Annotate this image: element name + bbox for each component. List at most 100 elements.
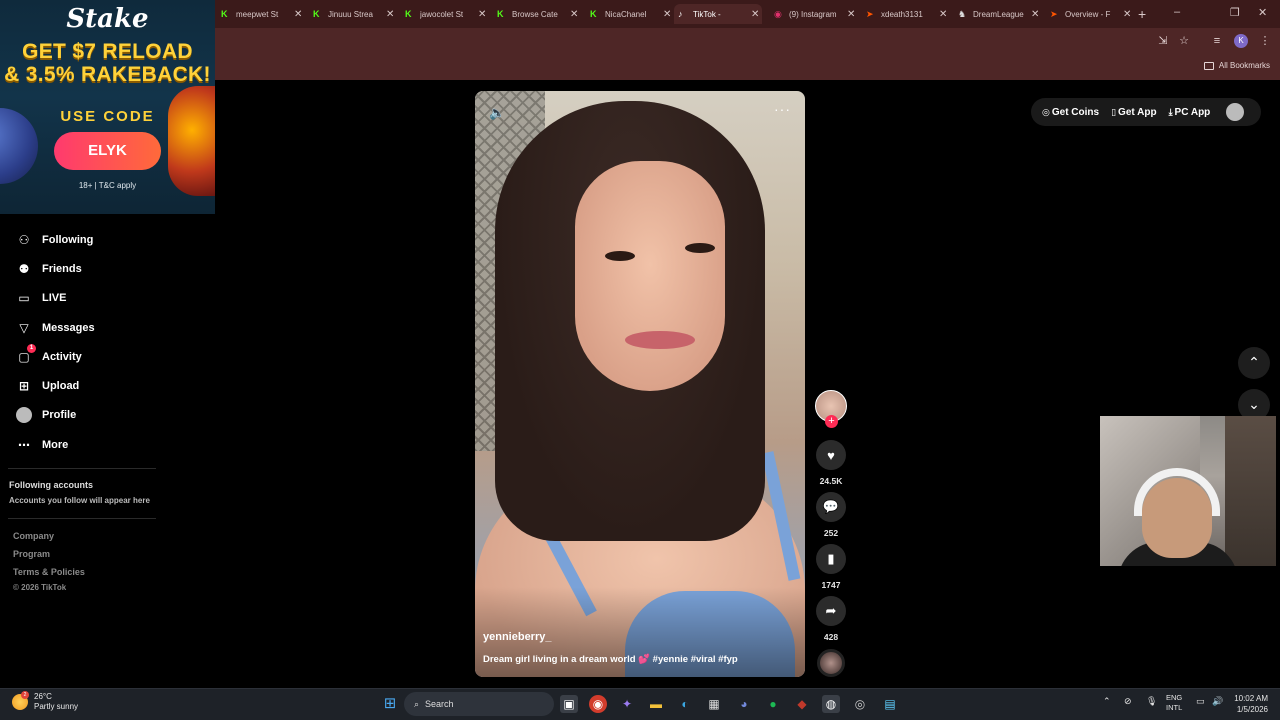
browser-tab[interactable]: ♞ DreamLeague ✕ — [954, 4, 1042, 24]
notepad-icon[interactable]: ▤ — [881, 695, 899, 713]
previous-video-button[interactable]: ⌃ — [1238, 347, 1270, 379]
user-avatar[interactable] — [1226, 103, 1245, 121]
tab-title: TikTok - — [693, 9, 721, 19]
system-clock[interactable]: 10:02 AM 1/5/2026 — [1226, 693, 1268, 715]
like-count: 24.5K — [819, 476, 843, 486]
close-tab-icon[interactable]: ✕ — [751, 9, 759, 20]
browser-tab[interactable]: ➤ Overview - F ✕ — [1046, 4, 1134, 24]
speaker-icon[interactable]: 🔊 — [1212, 696, 1223, 707]
close-tab-icon[interactable]: ✕ — [1031, 9, 1039, 20]
display-icon[interactable]: ▭ — [1196, 696, 1205, 707]
app-icon[interactable]: ◆ — [793, 695, 811, 713]
nav-item-live[interactable]: ▭ LIVE — [16, 290, 66, 306]
store-icon[interactable]: ▦ — [705, 695, 723, 713]
install-app-icon[interactable]: ⇲ — [1156, 34, 1170, 48]
close-tab-icon[interactable]: ✕ — [663, 9, 671, 20]
chrome-icon[interactable]: ◉ — [589, 695, 607, 713]
nav-item-messages[interactable]: ▽ Messages — [16, 320, 94, 336]
edge-icon[interactable]: ◐ — [676, 695, 694, 713]
windows-taskbar — [0, 688, 1280, 720]
network-icon[interactable]: ⊘ — [1124, 696, 1132, 707]
close-tab-icon[interactable]: ✕ — [294, 9, 302, 20]
comment-icon[interactable]: 💬 — [816, 492, 846, 522]
follow-plus-icon[interactable]: + — [825, 415, 838, 428]
close-tab-icon[interactable]: ✕ — [939, 9, 947, 20]
friends-icon: ⚉ — [18, 262, 30, 276]
video-username[interactable]: yennieberry_ — [483, 631, 551, 643]
new-tab-button[interactable]: + — [1138, 6, 1146, 22]
obs-icon[interactable]: ◎ — [851, 695, 869, 713]
like-action[interactable]: ♥ 24.5K — [816, 440, 846, 486]
tiktok-icon: ♪ — [678, 8, 683, 19]
get-coins-button[interactable]: ◎ Get Coins — [1042, 107, 1099, 118]
all-bookmarks-label: All Bookmarks — [1218, 61, 1270, 70]
tab-title: Browse Cate — [512, 9, 558, 19]
browser-tab[interactable]: K Jinuuu Strea ✕ — [309, 4, 397, 24]
profile-avatar[interactable]: K — [1234, 34, 1248, 48]
stake-ad-banner[interactable]: Stake GET $7 RELOAD & 3.5% RAKEBACK! USE… — [0, 0, 215, 214]
close-tab-icon[interactable]: ✕ — [478, 9, 486, 20]
windows-start-icon[interactable]: ⊞ — [381, 695, 399, 713]
close-window-icon[interactable]: ✕ — [1258, 6, 1267, 19]
microphone-icon[interactable]: 🎙 — [1146, 696, 1157, 707]
video-player[interactable]: 🔈 ··· yennieberry_ Dream girl living in … — [475, 91, 805, 677]
volume-icon[interactable]: 🔈 — [489, 105, 505, 121]
share-icon[interactable]: ➦ — [816, 596, 846, 626]
ad-code-button[interactable]: ELYK — [54, 132, 161, 170]
nav-item-more[interactable]: ⋯ More — [16, 437, 68, 453]
nav-item-upload[interactable]: ⊞ Upload — [16, 378, 79, 394]
browser-tab[interactable]: K Browse Cate ✕ — [493, 4, 581, 24]
close-tab-icon[interactable]: ✕ — [570, 9, 578, 20]
browser-tab[interactable]: K NicaChanel ✕ — [586, 4, 674, 24]
all-bookmarks[interactable]: All Bookmarks — [1203, 61, 1270, 70]
footer-company[interactable]: Company — [13, 531, 54, 541]
more-options-icon[interactable]: ··· — [774, 101, 791, 117]
nav-item-activity[interactable]: ▢ 1 Activity — [16, 344, 82, 365]
browser-tab[interactable]: ➤ xdeath3131 ✕ — [862, 4, 950, 24]
tab-title: NicaChanel — [605, 9, 647, 19]
close-tab-icon[interactable]: ✕ — [1123, 9, 1131, 20]
task-view-icon[interactable]: ▣ — [560, 695, 578, 713]
menu-kebab-icon[interactable]: ⋮ — [1258, 34, 1272, 48]
footer-program[interactable]: Program — [13, 549, 50, 559]
steam-icon[interactable]: ◍ — [822, 695, 840, 713]
tab-title: meepwet St — [236, 9, 279, 19]
taskbar-search[interactable]: ⌕ Search — [404, 692, 554, 716]
weather-widget[interactable]: 2 26°C Partly sunny — [12, 691, 78, 712]
browser-tab[interactable]: Kmeepwet St ✕ — [217, 4, 305, 24]
pc-app-button[interactable]: ⤓ PC App — [1169, 107, 1211, 118]
browser-tab[interactable]: Kjawocolet St ✕ — [401, 4, 489, 24]
media-control-icon[interactable]: ≡ — [1210, 34, 1224, 48]
instagram-icon: ◉ — [774, 8, 782, 19]
copilot-icon[interactable]: ✦ — [618, 695, 636, 713]
language-indicator[interactable]: ENG INTL — [1166, 693, 1182, 713]
bookmark-icon[interactable]: ▮ — [816, 544, 846, 574]
minimize-icon[interactable]: – — [1174, 6, 1180, 18]
show-hidden-icons[interactable]: ⌃ — [1103, 696, 1111, 707]
footer-terms[interactable]: Terms & Policies — [13, 567, 85, 577]
ad-headline-2: & 3.5% RAKEBACK! — [4, 63, 211, 86]
following-accounts-title: Following accounts — [9, 480, 94, 490]
kick-icon: K — [405, 8, 412, 19]
nav-item-friends[interactable]: ⚉ Friends — [16, 261, 82, 277]
nav-item-following[interactable]: ⚇ Following — [16, 232, 94, 248]
close-tab-icon[interactable]: ✕ — [847, 9, 855, 20]
get-app-button[interactable]: ▯ Get App — [1111, 107, 1156, 118]
comment-action[interactable]: 💬 252 — [816, 492, 846, 538]
nav-item-profile[interactable]: Profile — [16, 407, 76, 423]
browser-tab[interactable]: ◉ (9) Instagram ✕ — [770, 4, 858, 24]
save-action[interactable]: ▮ 1747 — [816, 544, 846, 590]
maximize-icon[interactable]: ❐ — [1230, 6, 1240, 19]
discord-icon[interactable]: ◕ — [735, 695, 753, 713]
tab-title: DreamLeague — [973, 9, 1024, 19]
bookmark-star-icon[interactable]: ☆ — [1177, 34, 1191, 48]
music-disc-icon[interactable] — [817, 649, 845, 677]
tab-title: jawocolet St — [420, 9, 464, 19]
heart-icon[interactable]: ♥ — [816, 440, 846, 470]
video-caption[interactable]: Dream girl living in a dream world 💕 #ye… — [483, 654, 738, 665]
browser-tab[interactable]: ♪ TikTok - ✕ — [674, 4, 762, 24]
close-tab-icon[interactable]: ✕ — [386, 9, 394, 20]
file-explorer-icon[interactable]: ▬ — [647, 695, 665, 713]
spotify-icon[interactable]: ● — [764, 695, 782, 713]
share-action[interactable]: ➦ 428 — [816, 596, 846, 642]
